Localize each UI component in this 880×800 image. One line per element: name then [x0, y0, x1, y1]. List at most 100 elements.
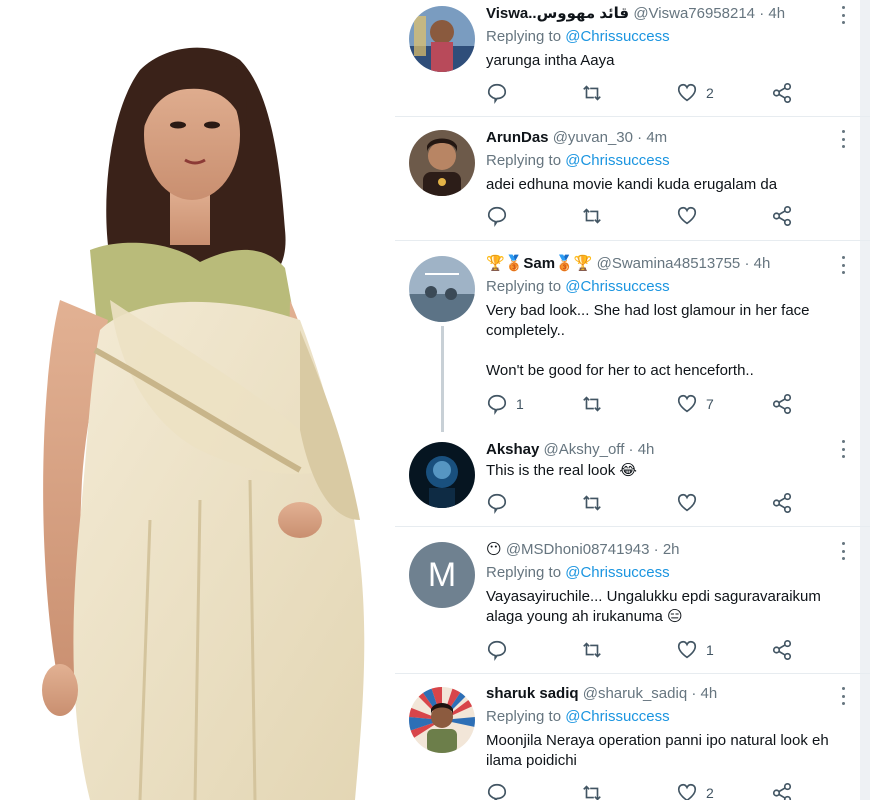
- reply-icon: [487, 206, 507, 227]
- like-button[interactable]: [676, 204, 706, 228]
- expressionless-emoji-icon: 😑: [666, 608, 683, 625]
- avatar-viswa-image: [409, 6, 475, 72]
- tweet-header: Akshay @Akshy_off · 4h: [486, 440, 850, 460]
- tweet-body: 🏆🥉Sam🥉🏆 @Swamina48513755 · 4h Replying t…: [486, 254, 850, 381]
- like-button[interactable]: [676, 491, 706, 515]
- share-button[interactable]: [771, 781, 793, 800]
- tweet-1[interactable]: Viswa..قائد مهووس @Viswa76958214 · 4h Re…: [395, 0, 870, 117]
- avatar-akshay[interactable]: [409, 442, 475, 508]
- avatar-sharuk-image: [409, 687, 475, 753]
- tweet-4[interactable]: Akshay @Akshy_off · 4h This is the real …: [395, 432, 870, 527]
- timestamp[interactable]: 4h: [701, 685, 718, 702]
- tweet-header: 🏆🥉Sam🥉🏆 @Swamina48513755 · 4h: [486, 254, 850, 274]
- like-button[interactable]: 2: [676, 781, 714, 800]
- mention-link[interactable]: @Chrissuccess: [565, 708, 669, 725]
- replying-to-label: Replying to: [486, 152, 562, 169]
- reply-icon: [487, 394, 507, 415]
- thread-connector: [441, 326, 444, 432]
- timestamp[interactable]: 4h: [754, 255, 771, 272]
- retweet-icon: [583, 495, 601, 511]
- author-handle[interactable]: @Viswa76958214: [633, 5, 755, 22]
- reply-button[interactable]: [486, 81, 516, 105]
- more-options-icon[interactable]: [838, 6, 848, 24]
- author-name[interactable]: ArunDas: [486, 129, 549, 146]
- retweet-icon: [583, 85, 601, 101]
- retweet-icon: [583, 785, 601, 800]
- retweet-icon: [583, 642, 601, 658]
- avatar-sharuk[interactable]: [409, 687, 475, 753]
- heart-icon: [677, 493, 697, 512]
- mention-link[interactable]: @Chrissuccess: [565, 278, 669, 295]
- more-options-icon[interactable]: [838, 687, 848, 705]
- share-button[interactable]: [771, 81, 793, 105]
- tweet-6[interactable]: sharuk sadiq @sharuk_sadiq · 4h Replying…: [395, 675, 870, 800]
- mention-link[interactable]: @Chrissuccess: [565, 152, 669, 169]
- retweet-button[interactable]: [581, 392, 611, 416]
- timestamp[interactable]: 4h: [768, 5, 785, 22]
- share-button[interactable]: [771, 491, 793, 515]
- author-name[interactable]: Sam: [523, 255, 555, 272]
- tweet-header: ArunDas @yuvan_30 · 4m: [486, 128, 850, 148]
- share-button[interactable]: [771, 392, 793, 416]
- avatar-viswa[interactable]: [409, 6, 475, 72]
- author-handle[interactable]: @yuvan_30: [553, 129, 633, 146]
- like-count: 1: [706, 642, 714, 658]
- tweet-actions: [486, 491, 806, 515]
- reply-button[interactable]: 1: [486, 392, 524, 416]
- tweet-3[interactable]: 🏆🥉Sam🥉🏆 @Swamina48513755 · 4h Replying t…: [395, 242, 870, 432]
- retweet-button[interactable]: [581, 204, 611, 228]
- author-name[interactable]: Viswa..قائد مهووس: [486, 5, 629, 22]
- face-emoji-icon: 😶: [486, 541, 502, 558]
- timestamp[interactable]: 4m: [646, 129, 667, 146]
- separator-dot: ·: [653, 541, 659, 558]
- reply-button[interactable]: [486, 781, 516, 800]
- more-options-icon[interactable]: [838, 542, 848, 560]
- trophy-icon: 🏆: [573, 255, 593, 272]
- share-button[interactable]: [771, 638, 793, 662]
- author-handle[interactable]: @Akshy_off: [544, 441, 625, 458]
- retweet-button[interactable]: [581, 491, 611, 515]
- mention-link[interactable]: @Chrissuccess: [565, 28, 669, 45]
- like-button[interactable]: 1: [676, 638, 714, 662]
- more-options-icon[interactable]: [838, 130, 848, 148]
- timestamp[interactable]: 2h: [663, 541, 680, 558]
- author-handle[interactable]: @sharuk_sadiq: [583, 685, 687, 702]
- replying-to-label: Replying to: [486, 708, 562, 725]
- tweet-text: adei edhuna movie kandi kuda erugalam da: [486, 176, 778, 193]
- replying-to: Replying to @Chrissuccess: [486, 707, 850, 727]
- tweet-5[interactable]: M 😶 @MSDhoni08741943 · 2h Replying to @C…: [395, 528, 870, 674]
- share-button[interactable]: [771, 204, 793, 228]
- author-name[interactable]: sharuk sadiq: [486, 685, 579, 702]
- author-name[interactable]: Akshay: [486, 441, 539, 458]
- avatar-msdhoni[interactable]: M: [409, 542, 475, 608]
- like-button[interactable]: 7: [676, 392, 714, 416]
- timestamp[interactable]: 4h: [638, 441, 655, 458]
- tweet-body: sharuk sadiq @sharuk_sadiq · 4h Replying…: [486, 684, 850, 771]
- author-handle[interactable]: @Swamina48513755: [597, 255, 741, 272]
- author-handle[interactable]: @MSDhoni08741943: [506, 541, 650, 558]
- woman-in-saree-photo-drawing: [42, 47, 365, 800]
- retweet-button[interactable]: [581, 638, 611, 662]
- retweet-button[interactable]: [581, 81, 611, 105]
- avatar-sam[interactable]: [409, 256, 475, 322]
- tweet-body: Akshay @Akshy_off · 4h This is the real …: [486, 440, 850, 481]
- reply-button[interactable]: [486, 638, 516, 662]
- tweet-body: 😶 @MSDhoni08741943 · 2h Replying to @Chr…: [486, 540, 850, 627]
- mention-link[interactable]: @Chrissuccess: [565, 564, 669, 581]
- share-icon: [772, 83, 792, 103]
- like-button[interactable]: 2: [676, 81, 714, 105]
- reply-button[interactable]: [486, 491, 516, 515]
- retweet-button[interactable]: [581, 781, 611, 800]
- retweet-icon: [583, 208, 601, 224]
- like-count: 2: [706, 785, 714, 800]
- more-options-icon[interactable]: [838, 256, 848, 274]
- woman-in-saree-photo: [0, 0, 395, 800]
- heart-icon: [677, 783, 697, 800]
- tweet-header: Viswa..قائد مهووس @Viswa76958214 · 4h: [486, 4, 850, 24]
- tweet-2[interactable]: ArunDas @yuvan_30 · 4m Replying to @Chri…: [395, 118, 870, 241]
- avatar-arundas-image: [409, 130, 475, 196]
- reply-button[interactable]: [486, 204, 516, 228]
- more-options-icon[interactable]: [838, 440, 848, 458]
- reply-icon: [487, 640, 507, 661]
- avatar-arundas[interactable]: [409, 130, 475, 196]
